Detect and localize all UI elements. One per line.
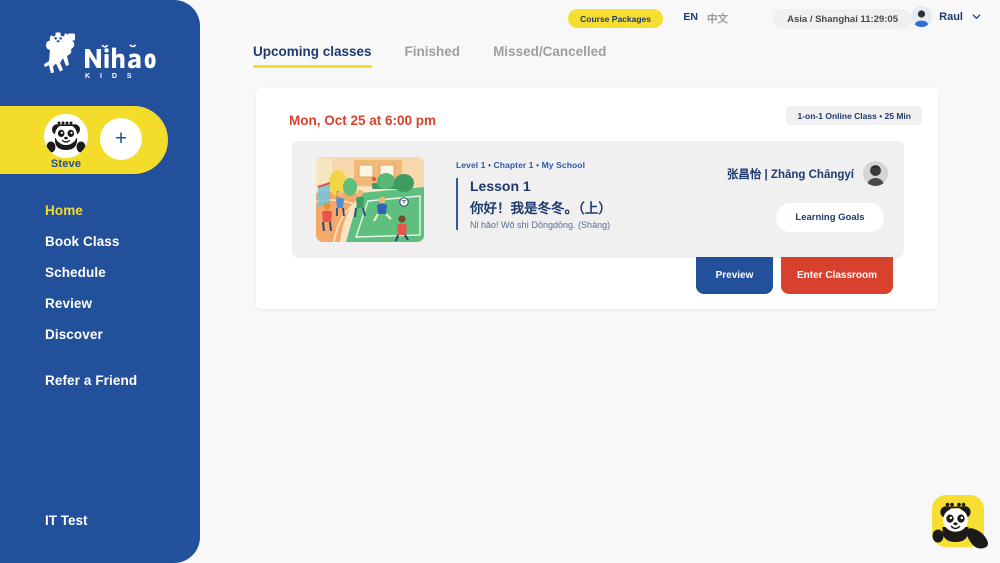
lang-toggle-cn[interactable]: 中文 (707, 11, 728, 26)
svg-text:K I D S: K I D S (85, 73, 136, 80)
preview-button[interactable]: Preview (696, 257, 773, 294)
chat-support-button[interactable] (932, 495, 988, 549)
lesson-thumbnail[interactable] (316, 157, 424, 242)
tab-missed-cancelled[interactable]: Missed/Cancelled (493, 44, 606, 68)
panda-chat-icon (932, 502, 988, 549)
teacher-info[interactable]: 张昌怡 | Zhāng Chāngyí (727, 161, 888, 186)
add-kid-button[interactable]: + (100, 118, 142, 160)
sidebar: K I D S Steve + Home Book Class Schedule… (0, 0, 200, 563)
page-root: K I D S Steve + Home Book Class Schedule… (0, 0, 1000, 563)
upcoming-class-card: Mon, Oct 25 at 6:00 pm 1-on-1 Online Cla… (256, 88, 938, 309)
panda-avatar-icon (44, 114, 88, 158)
class-action-buttons: Preview Enter Classroom (696, 257, 893, 294)
sidebar-item-refer-a-friend[interactable]: Refer a Friend (45, 373, 195, 388)
brand-logo[interactable]: K I D S (38, 28, 158, 80)
lesson-body: Lesson 1 你好！我是冬冬。（上） Nǐ hǎo! Wǒ shì Dōng… (456, 178, 612, 230)
timezone-clock: Asia / Shanghai 11:29:05 (773, 9, 912, 29)
kid-name-label: Steve (50, 158, 82, 170)
plus-icon: + (114, 126, 128, 150)
class-date-label: Mon, Oct 25 at 6:00 pm (289, 113, 437, 128)
kid-avatar[interactable] (44, 114, 88, 158)
sidebar-item-schedule[interactable]: Schedule (45, 265, 195, 280)
sidebar-nav: Home Book Class Schedule Review Discover… (45, 203, 195, 404)
playground-illustration (316, 157, 424, 242)
lesson-panel: Level 1 • Chapter 1 • My School Lesson 1… (292, 141, 904, 258)
lesson-title: Lesson 1 (470, 178, 531, 194)
top-header: Course Packages EN 中文 Asia / Shanghai 11… (200, 0, 1000, 40)
sidebar-item-discover[interactable]: Discover (45, 327, 195, 342)
course-packages-button[interactable]: Course Packages (568, 9, 663, 28)
class-tabs: Upcoming classes Finished Missed/Cancell… (253, 44, 639, 68)
sidebar-item-home[interactable]: Home (45, 203, 195, 218)
learning-goals-button[interactable]: Learning Goals (776, 203, 884, 232)
user-menu[interactable]: Raul (911, 6, 982, 27)
user-avatar-icon (911, 6, 933, 27)
nihao-kids-logo-icon: K I D S (44, 32, 156, 80)
sidebar-item-review[interactable]: Review (45, 296, 195, 311)
enter-classroom-button[interactable]: Enter Classroom (781, 257, 893, 294)
lesson-chinese-title: 你好！我是冬冬。（上） (470, 201, 612, 216)
tab-finished[interactable]: Finished (405, 44, 461, 68)
tab-upcoming-classes[interactable]: Upcoming classes (253, 44, 372, 68)
lesson-breadcrumb: Level 1 • Chapter 1 • My School (456, 160, 586, 170)
chevron-down-icon (972, 14, 981, 19)
lesson-pinyin: Nǐ hǎo! Wǒ shì Dōngdōng. (Shàng) (470, 220, 611, 230)
teacher-avatar-icon (863, 161, 888, 186)
class-type-badge: 1-on-1 Online Class • 25 Min (786, 106, 922, 125)
kid-profile-bar[interactable]: Steve (0, 106, 168, 174)
user-name-label: Raul (939, 10, 963, 23)
sidebar-item-book-class[interactable]: Book Class (45, 234, 195, 249)
lang-toggle-en[interactable]: EN (683, 11, 698, 23)
teacher-name-label: 张昌怡 | Zhāng Chāngyí (726, 168, 854, 181)
sidebar-item-it-test[interactable]: IT Test (45, 513, 88, 528)
